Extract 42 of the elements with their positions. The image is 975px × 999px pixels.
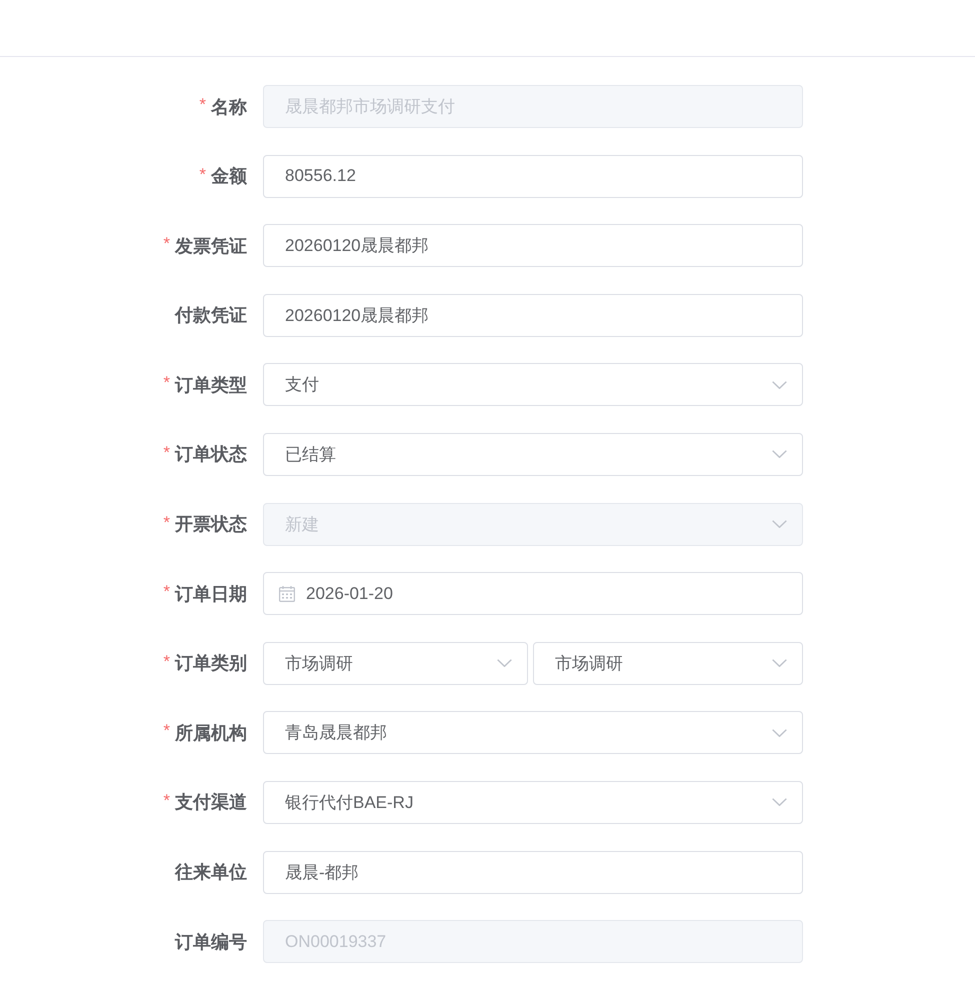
select-field[interactable]: 市场调研 — [533, 642, 803, 685]
required-mark: * — [163, 792, 170, 809]
text-input[interactable]: 晟晨-都邦 — [263, 850, 803, 894]
select-field[interactable]: 银行代付BAE-RJ — [263, 780, 803, 824]
chevron-down-icon — [497, 659, 512, 668]
chevron-down-icon — [772, 659, 787, 668]
field-label: 付款凭证 — [175, 304, 247, 328]
field-label: 所属机构 — [175, 722, 247, 745]
field-label: 订单编号 — [175, 930, 247, 954]
chevron-down-icon — [772, 798, 787, 806]
text-input[interactable]: 20260120晟晨都邦 — [263, 224, 803, 268]
field-label: 订单类别 — [175, 652, 247, 676]
required-mark: * — [163, 722, 170, 740]
field-label: 开票状态 — [175, 513, 247, 536]
select-field[interactable]: 市场调研 — [263, 642, 528, 685]
field-label: 往来单位 — [175, 861, 247, 884]
field-label: 支付渠道 — [175, 791, 247, 814]
select-field[interactable]: 支付 — [263, 363, 803, 406]
required-mark: * — [163, 235, 170, 252]
field-label: 订单状态 — [175, 443, 247, 466]
required-mark: * — [163, 514, 170, 531]
field-label: 名称 — [211, 96, 247, 118]
field-label: 金额 — [211, 165, 247, 188]
required-mark: * — [163, 583, 170, 600]
select-field[interactable]: 已结算 — [263, 432, 803, 476]
field-label: 订单日期 — [175, 582, 247, 606]
text-input[interactable]: 20260120晟晨都邦 — [263, 294, 803, 337]
select-field[interactable]: 青岛晟晨都邦 — [263, 711, 803, 754]
field-label: 发票凭证 — [175, 234, 247, 258]
required-mark: * — [163, 374, 170, 392]
chevron-down-icon — [772, 728, 787, 737]
required-mark: * — [163, 652, 170, 670]
required-mark: * — [163, 444, 170, 461]
chevron-down-icon — [772, 520, 787, 528]
chevron-down-icon — [772, 450, 787, 458]
calendar-icon — [279, 586, 295, 602]
date-field[interactable]: 2026-01-20 — [263, 572, 803, 616]
chevron-down-icon — [772, 380, 787, 389]
required-mark: * — [199, 96, 206, 113]
required-mark: * — [199, 166, 206, 183]
text-input[interactable]: 80556.12 — [263, 154, 803, 198]
field-label: 订单类型 — [175, 374, 247, 397]
